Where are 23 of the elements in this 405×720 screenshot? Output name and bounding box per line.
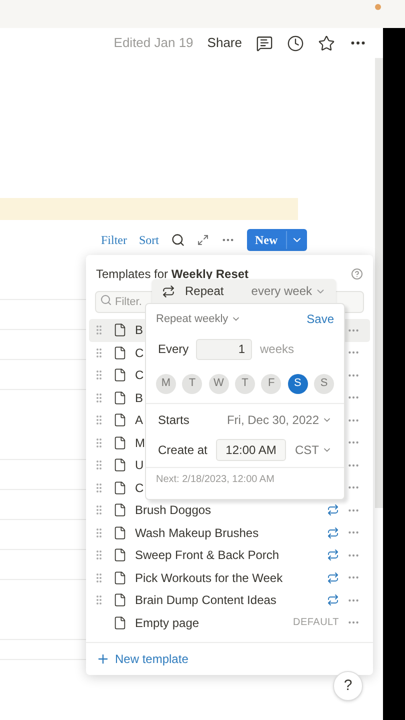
template-name: A	[135, 412, 144, 430]
template-name: C	[135, 344, 144, 362]
repeat-label: Repeat	[185, 283, 224, 300]
starts-label: Starts	[158, 412, 190, 429]
template-name: C	[135, 367, 144, 384]
template-name: Brain Dump Content Ideas	[135, 592, 276, 610]
template-name: U	[135, 457, 144, 474]
template-name: Pick Workouts for the Week	[135, 570, 283, 587]
template-name: M	[135, 434, 145, 452]
every-label: Every	[158, 341, 188, 358]
template-name: B	[135, 322, 144, 340]
edited-date: Edited Jan 19	[114, 34, 194, 52]
template-name: B	[135, 390, 144, 407]
next-run-text: Next: 2/18/2023, 12:00 AM	[156, 472, 274, 486]
template-name: Wash Makeup Brushes	[135, 524, 259, 542]
template-name: Empty page	[135, 614, 200, 632]
repeat-value: every week	[251, 283, 312, 300]
every-unit: weeks	[260, 341, 294, 358]
default-label: DEFAULT	[292, 616, 339, 630]
template-name: C	[135, 480, 144, 497]
create-at-label: Create at	[158, 442, 208, 458]
template-name: Sweep Front & Back Porch	[135, 547, 280, 564]
template-name: Brush Doggos	[135, 502, 212, 520]
